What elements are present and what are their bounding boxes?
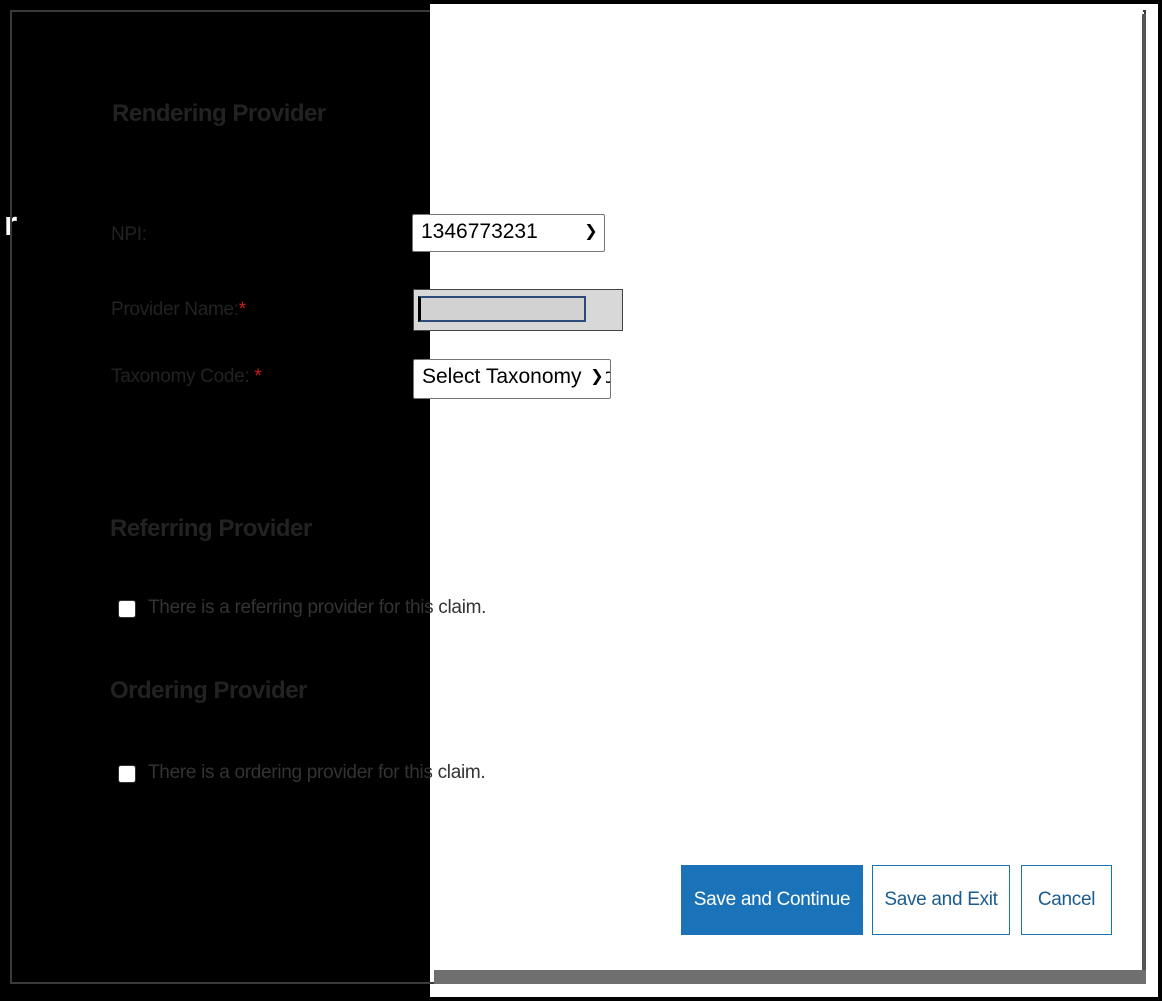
provider-dialog: [430, 4, 1143, 970]
referring-provider-checkbox-label[interactable]: There is a referring provider for this c…: [148, 597, 486, 619]
cancel-button[interactable]: Cancel: [1021, 865, 1112, 935]
taxonomy-code-select-value: Select Taxonomy Co: [422, 365, 611, 388]
npi-label: NPI:: [111, 224, 147, 245]
npi-select-value: 1346773231: [421, 220, 538, 243]
required-indicator: *: [254, 366, 262, 387]
provider-name-label: Provider Name:*: [111, 299, 246, 321]
taxonomy-code-select[interactable]: Select Taxonomy Co ❯: [413, 359, 611, 399]
save-and-exit-button[interactable]: Save and Exit: [872, 865, 1010, 935]
referring-provider-checkbox[interactable]: [118, 600, 136, 618]
provider-name-label-text: Provider Name:: [111, 299, 239, 320]
ordering-provider-checkbox[interactable]: [118, 765, 136, 783]
corner-artifact: [1086, 984, 1116, 998]
provider-name-redacted-value: [418, 296, 586, 322]
provider-name-field: [413, 289, 623, 331]
referring-provider-title: Referring Provider: [110, 515, 312, 542]
npi-select[interactable]: 1346773231 ❯: [412, 214, 605, 252]
chevron-down-icon: ❯: [588, 360, 606, 394]
taxonomy-code-label: Taxonomy Code: *: [111, 366, 262, 388]
save-and-continue-button[interactable]: Save and Continue: [681, 865, 863, 935]
ordering-provider-checkbox-label[interactable]: There is a ordering provider for this cl…: [148, 762, 486, 784]
required-indicator: *: [238, 299, 246, 320]
dialog-shadow: [434, 970, 1146, 984]
rendering-provider-title: Rendering Provider: [112, 100, 326, 127]
dialog-shadow: [1142, 14, 1146, 984]
chevron-down-icon: ❯: [582, 215, 600, 249]
taxonomy-code-label-text: Taxonomy Code:: [111, 366, 250, 387]
ordering-provider-title: Ordering Provider: [110, 677, 307, 704]
